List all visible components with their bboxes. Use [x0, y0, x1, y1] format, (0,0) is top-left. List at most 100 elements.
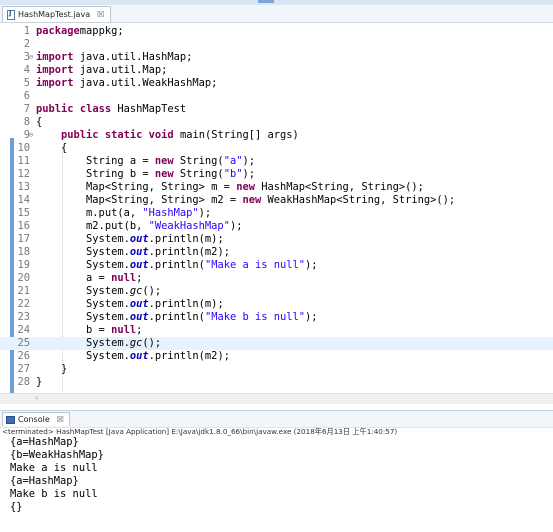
code-token: new: [242, 194, 262, 206]
code-line[interactable]: 13 Map<String, String> m = new HashMap<S…: [0, 181, 553, 194]
code-line[interactable]: 22 System.out.println(m);: [0, 298, 553, 311]
line-number: 18: [17, 246, 30, 258]
code-token: import: [36, 77, 74, 89]
line-number: 22: [17, 298, 30, 310]
code-line[interactable]: 4 import java.util.Map;: [0, 64, 553, 77]
code-token: a =: [36, 272, 112, 284]
code-line[interactable]: 19 System.out.println("Make a is null");: [0, 259, 553, 272]
fold-toggle-icon[interactable]: ⊖: [29, 51, 33, 64]
fold-toggle-icon[interactable]: ⊖: [29, 129, 33, 142]
line-number: 13: [17, 181, 30, 193]
code-text: b = null;: [36, 324, 142, 337]
line-number: 20: [17, 272, 30, 284]
code-token: .println(m);: [148, 298, 224, 310]
code-token: main(String[] args): [173, 129, 299, 141]
console-output-line: {a=HashMap}: [10, 475, 79, 487]
code-line[interactable]: 28}: [0, 376, 553, 389]
console-tab-bar: Console ☒: [0, 410, 553, 428]
code-line[interactable]: 12 String b = new String("b");: [0, 168, 553, 181]
code-token: m.put(a,: [36, 207, 143, 219]
code-token: "HashMap": [142, 207, 199, 219]
code-token: HashMap<String, String>();: [254, 181, 424, 193]
code-text: System.gc();: [36, 285, 161, 298]
code-token: );: [305, 311, 318, 323]
code-line[interactable]: 26 System.out.println(m2);: [0, 350, 553, 363]
code-editor[interactable]: 1 packagemappkg; 2 3 ⊖ import java.util.HashM…: [0, 23, 553, 398]
code-token: {: [36, 116, 43, 128]
code-line[interactable]: 18 System.out.println(m2);: [0, 246, 553, 259]
code-line[interactable]: 7 public class HashMapTest: [0, 103, 553, 116]
code-line[interactable]: 2: [0, 38, 553, 51]
code-line[interactable]: 14 Map<String, String> m2 = new WeakHash…: [0, 194, 553, 207]
code-text: import java.util.WeakHashMap;: [36, 77, 217, 90]
code-line[interactable]: 1 packagemappkg;: [0, 25, 553, 38]
code-token: .println(m2);: [148, 246, 230, 258]
line-number: 9: [23, 129, 30, 141]
code-line[interactable]: 20 a = null;: [0, 272, 553, 285]
line-number: 5: [23, 77, 30, 89]
code-token: new: [154, 155, 174, 167]
code-line[interactable]: 9 ⊖ public static void main(String[] args…: [0, 129, 553, 142]
code-token: );: [242, 168, 255, 180]
code-line[interactable]: 21 System.gc();: [0, 285, 553, 298]
code-token: "a": [223, 155, 243, 167]
code-line[interactable]: 8{: [0, 116, 553, 129]
line-number: 23: [17, 311, 30, 323]
line-number: 11: [17, 155, 30, 167]
code-token: System.: [36, 350, 130, 362]
code-line[interactable]: 16 m2.put(b, "WeakHashMap");: [0, 220, 553, 233]
code-line[interactable]: 17 System.out.println(m);: [0, 233, 553, 246]
code-text: }: [36, 376, 42, 389]
code-text: {: [36, 142, 67, 155]
code-token: new: [236, 181, 255, 193]
code-token: );: [242, 155, 255, 167]
code-line[interactable]: 23 System.out.println("Make b is null");: [0, 311, 553, 324]
code-token: ;: [136, 272, 143, 284]
console-tab[interactable]: Console ☒: [2, 412, 70, 426]
line-number: 3: [23, 51, 30, 63]
code-token: package: [36, 25, 80, 37]
code-token: out: [129, 259, 149, 271]
java-file-icon: [7, 9, 15, 20]
code-token: class: [79, 103, 112, 115]
code-token: Map<String, String> m2 =: [36, 194, 243, 206]
line-number: 25: [17, 337, 30, 349]
code-token: out: [129, 298, 149, 310]
line-number: 4: [23, 64, 30, 76]
code-token: import: [36, 51, 74, 63]
code-line[interactable]: 27 }: [0, 363, 553, 376]
code-text: }: [36, 363, 67, 376]
line-number: 8: [23, 116, 30, 128]
line-number: 16: [17, 220, 30, 232]
code-line[interactable]: 24 b = null;: [0, 324, 553, 337]
editor-tab-bar: HashMapTest.java ☒: [0, 5, 553, 23]
line-number: 28: [17, 376, 30, 388]
line-number: 12: [17, 168, 30, 180]
code-line[interactable]: 5 import java.util.WeakHashMap;: [0, 77, 553, 90]
editor-horizontal-scrollbar[interactable]: ‹: [0, 393, 553, 404]
close-icon[interactable]: ☒: [57, 415, 64, 424]
line-number: 1: [23, 25, 30, 37]
console-output-line: {b=WeakHashMap}: [10, 449, 104, 461]
code-token: "Make b is null": [204, 311, 306, 323]
code-line[interactable]: 10 {: [0, 142, 553, 155]
code-text: System.out.println(m2);: [36, 350, 230, 363]
code-line[interactable]: 6: [0, 90, 553, 103]
code-text: System.out.println(m2);: [36, 246, 230, 259]
close-icon[interactable]: ☒: [97, 10, 104, 19]
code-line[interactable]: 25 System.gc();: [0, 337, 553, 350]
console-icon: [6, 415, 15, 424]
code-text: System.out.println("Make b is null");: [36, 311, 318, 324]
code-line[interactable]: 15 m.put(a, "HashMap");: [0, 207, 553, 220]
scroll-left-arrow-icon[interactable]: ‹: [35, 393, 38, 402]
code-line[interactable]: 11 String a = new String("a");: [0, 155, 553, 168]
editor-tab-hashmaptest[interactable]: HashMapTest.java ☒: [2, 6, 112, 22]
line-number: 26: [17, 350, 30, 362]
code-text: public static void main(String[] args): [36, 129, 299, 142]
window-top-mark: [258, 0, 274, 3]
line-number: 17: [17, 233, 30, 245]
code-line[interactable]: 3 ⊖ import java.util.HashMap;: [0, 51, 553, 64]
code-token: mappkg;: [79, 25, 124, 37]
line-number: 15: [17, 207, 30, 219]
editor-tab-label: HashMapTest.java: [18, 10, 91, 19]
